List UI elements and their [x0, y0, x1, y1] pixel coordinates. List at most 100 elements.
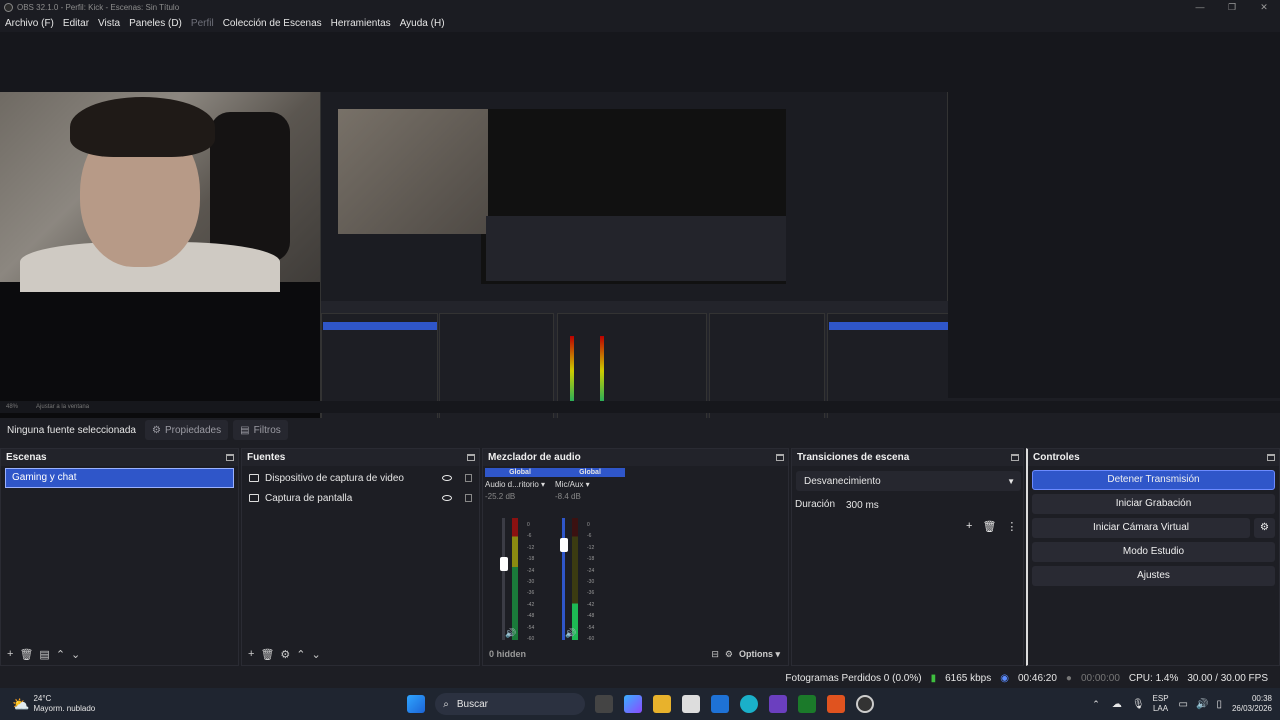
fader-handle[interactable] — [500, 557, 508, 572]
language-indicator[interactable]: ESP LAA — [1153, 694, 1169, 714]
undock-icon[interactable] — [776, 454, 784, 461]
file-explorer-icon[interactable] — [653, 695, 672, 713]
eye-icon[interactable] — [442, 495, 452, 501]
weather-widget[interactable]: 24°C Mayorm. nublado — [33, 694, 95, 714]
network-icon[interactable]: ▭ — [1179, 699, 1188, 710]
menu-profile[interactable]: Perfil — [191, 18, 214, 29]
sources-title: Fuentes — [247, 452, 286, 463]
undock-icon[interactable] — [1011, 454, 1019, 461]
minimize-icon[interactable]: — — [1184, 2, 1216, 13]
move-up-icon[interactable]: ⌃ — [296, 648, 305, 661]
brave-icon[interactable] — [827, 695, 846, 713]
meter-tick: -18 — [527, 556, 535, 563]
meter-tick: 0 — [587, 522, 590, 528]
status-bar: Fotogramas Perdidos 0 (0.0%) ▮ 6165 kbps… — [0, 668, 1280, 688]
meter-tick: -36 — [587, 590, 595, 597]
clock[interactable]: 00:38 26/03/2026 — [1232, 694, 1272, 714]
lock-icon[interactable] — [465, 494, 472, 502]
move-down-icon[interactable]: ⌄ — [312, 648, 321, 661]
meter-ticks: 0 -6 -12 -18 -24 -30 -36 -42 -48 -54 -60 — [587, 520, 594, 645]
weather-icon[interactable]: ⛅ — [12, 696, 29, 713]
battery-icon[interactable]: ▯ — [1216, 699, 1222, 710]
undock-icon[interactable] — [226, 454, 234, 461]
hidden-count[interactable]: 0 hidden — [489, 649, 526, 659]
trash-icon[interactable]: 🗑 — [982, 520, 996, 533]
studio-mode-button[interactable]: Modo Estudio — [1032, 542, 1275, 562]
move-down-icon[interactable]: ⌄ — [71, 648, 80, 661]
menu-scene-collection[interactable]: Colección de Escenas — [223, 18, 322, 29]
start-recording-button[interactable]: Iniciar Grabación — [1032, 494, 1275, 514]
filters-button[interactable]: ▤ Filtros — [233, 420, 288, 440]
taskbar-search[interactable]: ⌕ Buscar — [435, 693, 586, 715]
stop-stream-button[interactable]: Detener Transmisión — [1032, 470, 1275, 490]
jw-icon[interactable] — [769, 695, 788, 713]
source-item[interactable]: Dispositivo de captura de video — [242, 468, 479, 488]
menu-file[interactable]: Archivo (F) — [5, 18, 54, 29]
channel-name-dropdown[interactable]: Mic/Aux ▾ — [555, 480, 625, 489]
source-item[interactable]: Captura de pantalla — [242, 488, 479, 508]
windows-taskbar: ⛅ 24°C Mayorm. nublado ⌕ Buscar ⌃ ☁ 🎙 ES… — [0, 688, 1280, 720]
menu-docks[interactable]: Paneles (D) — [129, 18, 182, 29]
calculator-icon[interactable] — [682, 695, 701, 713]
zoom-fit[interactable]: Ajustar a la ventana — [36, 404, 89, 410]
nvidia-icon[interactable] — [798, 695, 817, 713]
more-icon[interactable]: ⋮ — [1006, 520, 1017, 533]
advanced-audio-icon[interactable]: ⚙ — [725, 649, 733, 660]
preview-area[interactable] — [0, 32, 1280, 429]
mic-icon[interactable]: 🎙 — [1132, 699, 1145, 710]
gear-icon[interactable]: ⚙ — [280, 648, 290, 661]
cloud-icon[interactable]: ☁ — [1112, 699, 1122, 710]
duration-input[interactable]: 300 ms — [838, 495, 1021, 515]
speaker-icon[interactable]: 🔊 — [505, 628, 516, 639]
virtual-camera-button[interactable]: Iniciar Cámara Virtual — [1032, 518, 1250, 538]
transition-select[interactable]: Desvanecimiento ▼ — [796, 471, 1021, 491]
webcam-feed — [0, 92, 338, 292]
maximize-icon[interactable]: ❐ — [1216, 2, 1248, 13]
obs-icon[interactable] — [856, 695, 875, 713]
obs-logo-icon — [4, 3, 13, 12]
properties-button[interactable]: ⚙ Propiedades — [145, 420, 229, 440]
speaker-icon[interactable]: 🔊 — [565, 628, 576, 639]
stream-icon: ◉ — [1000, 672, 1009, 684]
preview-canvas[interactable] — [0, 92, 948, 429]
trash-icon[interactable]: 🗑 — [260, 648, 274, 661]
undock-icon[interactable] — [467, 454, 475, 461]
menu-edit[interactable]: Editar — [63, 18, 89, 29]
options-button[interactable]: Options ▾ — [739, 649, 780, 660]
fader-handle[interactable] — [560, 537, 568, 552]
layout-icon[interactable]: ⊟ — [711, 649, 719, 660]
chevron-up-icon[interactable]: ⌃ — [1092, 699, 1100, 710]
task-view-icon[interactable] — [595, 695, 614, 713]
menu-help[interactable]: Ayuda (H) — [400, 18, 445, 29]
settings-button[interactable]: Ajustes — [1032, 566, 1275, 586]
volume-fader[interactable] — [562, 518, 565, 640]
menu-tools[interactable]: Herramientas — [331, 18, 391, 29]
store-icon[interactable] — [711, 695, 730, 713]
menu-view[interactable]: Vista — [98, 18, 120, 29]
copilot-icon[interactable] — [624, 695, 643, 713]
virtual-camera-settings-icon[interactable]: ⚙ — [1254, 518, 1275, 538]
edge-icon[interactable] — [740, 695, 759, 713]
filter-icon[interactable]: ▤ — [39, 648, 49, 661]
lock-icon[interactable] — [465, 474, 472, 482]
filter-icon: ▤ — [240, 424, 250, 436]
close-icon[interactable]: ✕ — [1248, 2, 1280, 13]
scene-item[interactable]: Gaming y chat — [5, 468, 234, 488]
eye-icon[interactable] — [442, 475, 452, 481]
volume-fader[interactable] — [502, 518, 505, 640]
windows-start-icon[interactable] — [407, 695, 426, 713]
level-meter — [572, 518, 578, 640]
add-icon[interactable]: + — [248, 648, 254, 660]
volume-icon[interactable]: 🔊 — [1196, 699, 1208, 710]
undock-icon[interactable] — [1267, 454, 1275, 461]
mixer-channel: Global Mic/Aux ▾ -8.4 dB 0 -6 -12 -18 -24 -30… — [555, 468, 625, 642]
zoom-value[interactable]: 48% — [6, 404, 18, 410]
channel-name-dropdown[interactable]: Audio d...ritorio ▾ — [485, 480, 555, 489]
sources-dock: Fuentes Dispositivo de captura de video … — [241, 448, 480, 666]
add-icon[interactable]: + — [966, 520, 972, 533]
add-icon[interactable]: + — [7, 648, 13, 660]
meter-tick: -48 — [587, 613, 595, 620]
move-up-icon[interactable]: ⌃ — [56, 648, 65, 661]
channel-volume-db: -25.2 dB — [485, 492, 516, 501]
trash-icon[interactable]: 🗑 — [19, 648, 33, 661]
